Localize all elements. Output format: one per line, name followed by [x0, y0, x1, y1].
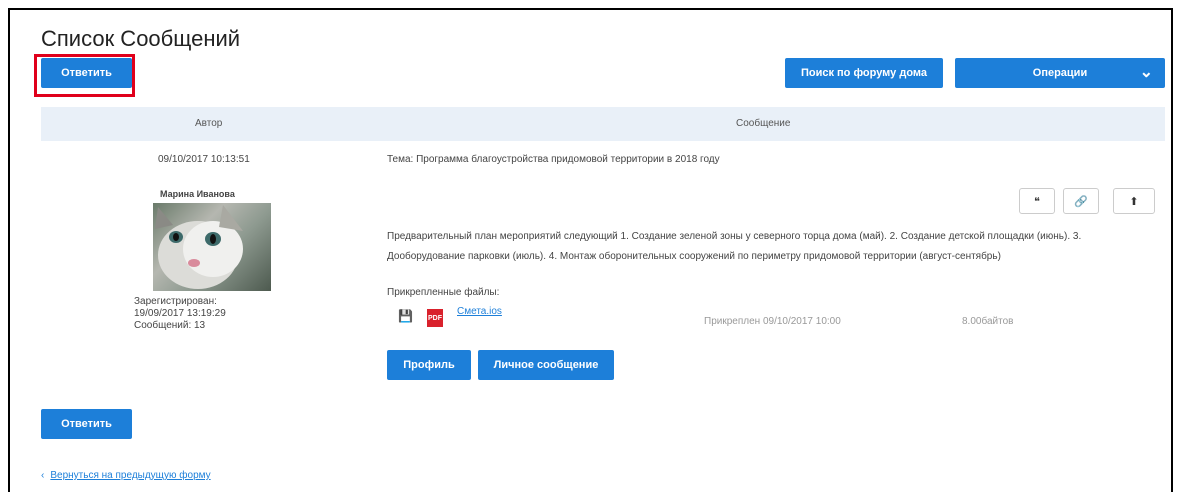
attachments-label: Прикрепленные файлы: — [387, 287, 500, 298]
registered-label: Зарегистрирован: — [134, 296, 217, 307]
post-body: Предварительный план мероприятий следующ… — [387, 231, 1082, 262]
chevron-down-icon: ⌄ — [1139, 64, 1153, 81]
author-stats: Зарегистрирован: 19/09/2017 13:19:29 Соо… — [134, 296, 226, 332]
column-header-message: Сообщение — [736, 118, 791, 129]
chevron-left-icon: ‹ — [41, 470, 45, 481]
attachment-date: Прикреплен 09/10/2017 10:00 — [704, 316, 841, 327]
post-subject: Тема: Программа благоустройства придомов… — [387, 154, 720, 165]
author-name: Марина Иванова — [160, 189, 235, 199]
pdf-icon: PDF — [427, 309, 443, 327]
messages-count: Сообщений: 13 — [134, 320, 206, 331]
file-icon: 💾 — [398, 309, 413, 323]
page-title: Список Сообщений — [41, 26, 241, 51]
back-link[interactable]: Вернуться на предыдущую форму — [50, 470, 210, 481]
arrow-up-icon: ⬆ — [1129, 195, 1139, 208]
reply-button-bottom[interactable]: Ответить — [41, 409, 132, 439]
quote-icon: ❝ — [1034, 195, 1040, 208]
attachment-size: 8.00байтов — [962, 316, 1014, 327]
operations-label: Операции — [1032, 67, 1088, 79]
link-icon: 🔗 — [1074, 195, 1088, 208]
registered-date: 19/09/2017 13:19:29 — [134, 308, 226, 319]
private-message-button[interactable]: Личное сообщение — [478, 350, 614, 380]
post-date: 09/10/2017 10:13:51 — [158, 154, 250, 165]
link-button[interactable]: 🔗 — [1063, 188, 1099, 214]
highlight-frame — [34, 54, 135, 97]
quote-button[interactable]: ❝ — [1019, 188, 1055, 214]
profile-button[interactable]: Профиль — [387, 350, 471, 380]
avatar — [153, 203, 271, 291]
forum-search-button[interactable]: Поиск по форуму дома — [785, 58, 943, 88]
column-header-author: Автор — [195, 118, 223, 129]
scroll-up-button[interactable]: ⬆ — [1113, 188, 1155, 214]
back-link-row[interactable]: ‹ Вернуться на предыдущую форму — [41, 470, 211, 481]
operations-dropdown[interactable]: Операции ⌄ — [955, 58, 1165, 88]
attachment-link[interactable]: Смета.ios — [457, 306, 502, 317]
table-header: Автор Сообщение — [41, 107, 1165, 141]
